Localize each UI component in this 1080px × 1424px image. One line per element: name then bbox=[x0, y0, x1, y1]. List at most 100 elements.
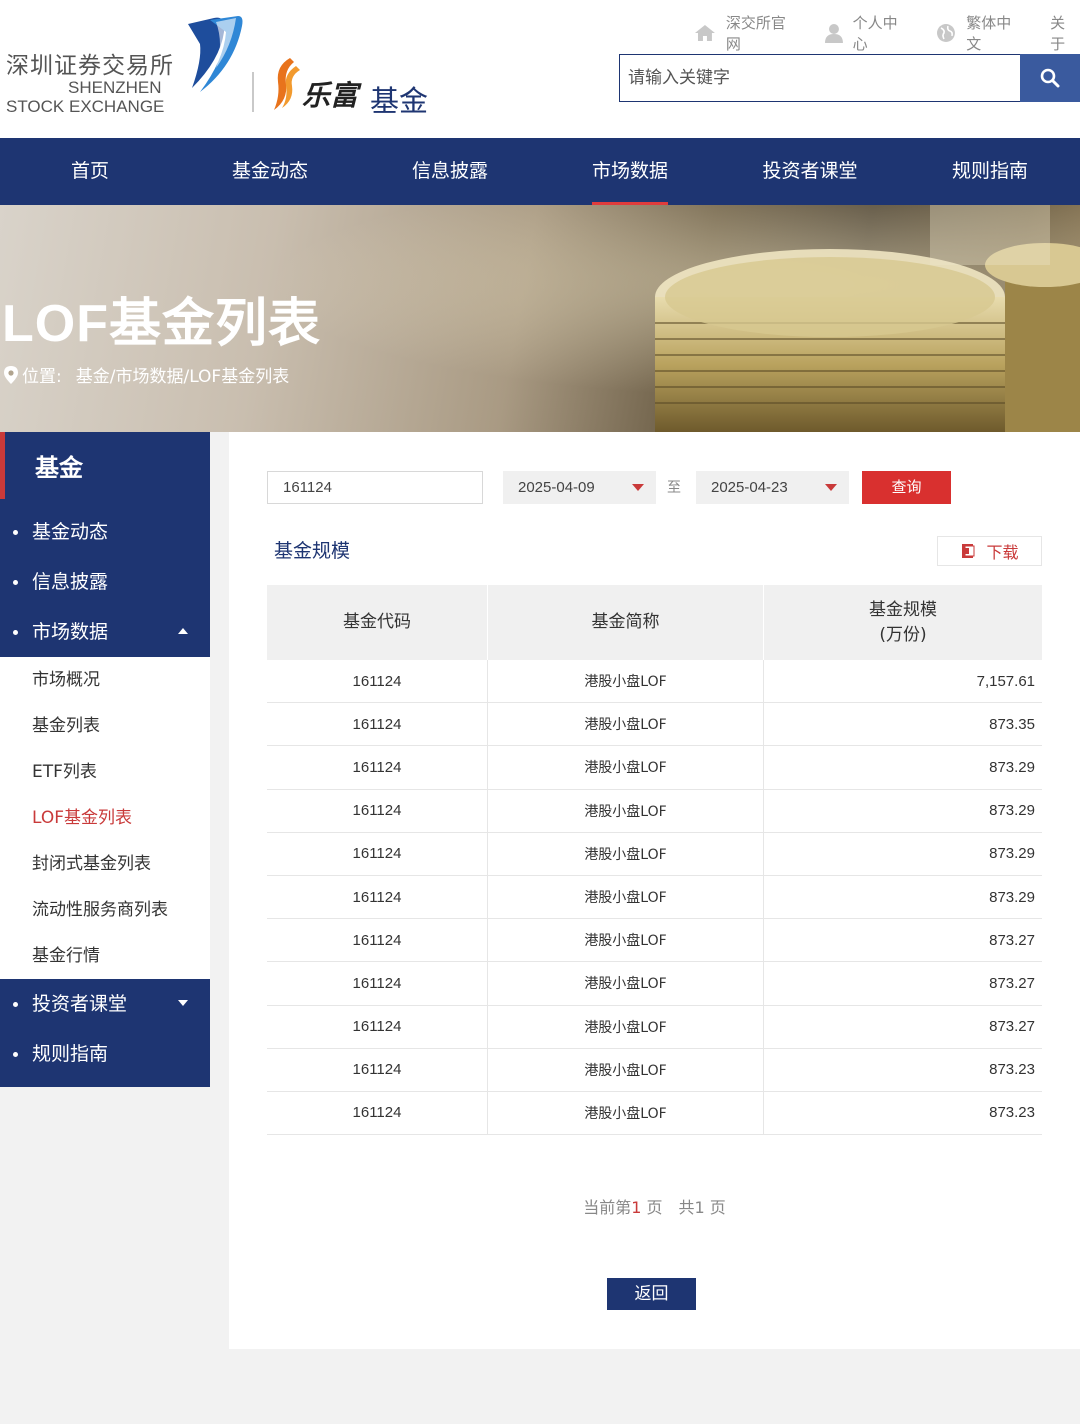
user-icon bbox=[824, 24, 843, 43]
cell-fund-code: 161124 bbox=[267, 1091, 488, 1135]
table-row: 161124 港股小盘LOF 873.23 bbox=[267, 1048, 1042, 1092]
cell-fund-scale: 873.27 bbox=[989, 931, 1035, 949]
site-header: 深圳证券交易所 SHENZHEN STOCK EXCHANGE 乐富 基金 深交… bbox=[0, 0, 1080, 138]
cell-fund-scale: 7,157.61 bbox=[976, 672, 1035, 690]
traditional-chinese-link[interactable]: 繁体中文 bbox=[936, 12, 1026, 54]
search-input[interactable] bbox=[620, 55, 1020, 101]
cell-fund-scale: 873.23 bbox=[989, 1104, 1035, 1122]
pager-total-pages: 1 bbox=[694, 1198, 705, 1217]
breadcrumb-label: 位置: bbox=[22, 367, 62, 387]
cell-fund-name: 港股小盘LOF bbox=[488, 832, 764, 875]
cell-fund-name: 港股小盘LOF bbox=[488, 919, 764, 962]
szse-logo[interactable]: 深圳证券交易所 SHENZHEN STOCK EXCHANGE bbox=[4, 16, 244, 116]
end-date-select[interactable]: 2025-04-23 bbox=[696, 471, 849, 504]
search-button[interactable] bbox=[1020, 54, 1080, 102]
page-title: LOF基金列表 bbox=[2, 295, 321, 353]
query-button[interactable]: 查询 bbox=[862, 471, 951, 504]
szse-official-link[interactable]: 深交所官网 bbox=[694, 12, 801, 54]
sidebar-subitem-fund-list[interactable]: 基金列表 bbox=[0, 703, 210, 749]
end-date-value: 2025-04-23 bbox=[711, 479, 788, 496]
cell-fund-name: 港股小盘LOF bbox=[488, 660, 764, 703]
table-row: 161124 港股小盘LOF 7,157.61 bbox=[267, 660, 1042, 704]
globe-icon bbox=[937, 24, 956, 42]
fund-code-input[interactable]: 161124 bbox=[267, 471, 483, 504]
cell-fund-scale: 873.23 bbox=[989, 1061, 1035, 1079]
cell-fund-scale: 873.27 bbox=[989, 974, 1035, 992]
szse-name-cn: 深圳证券交易所 bbox=[6, 53, 174, 79]
sidebar-item-investor-class[interactable]: 投资者课堂 bbox=[0, 979, 210, 1029]
personal-center-link[interactable]: 个人中心 bbox=[824, 12, 913, 54]
sidebar-submenu: 市场概况 基金列表 ETF列表 LOF基金列表 封闭式基金列表 流动性服务商列表… bbox=[0, 657, 210, 979]
nav-disclosure[interactable]: 信息披露 bbox=[412, 138, 488, 205]
main-content: 161124 2025-04-09 至 2025-04-23 查询 基金规模 下… bbox=[229, 432, 1080, 1349]
sidebar-item-fund-news[interactable]: 基金动态 bbox=[0, 507, 210, 557]
sidebar-bottom-group: 投资者课堂 规则指南 bbox=[0, 979, 210, 1087]
sidebar-item-disclosure[interactable]: 信息披露 bbox=[0, 557, 210, 607]
sidebar-subitem-lof-list[interactable]: LOF基金列表 bbox=[0, 795, 210, 841]
cell-fund-code: 161124 bbox=[267, 962, 488, 1005]
sidebar-subitem-liquidity-provider-list[interactable]: 流动性服务商列表 bbox=[0, 887, 210, 933]
cell-fund-name: 港股小盘LOF bbox=[488, 962, 764, 1005]
home-icon bbox=[694, 25, 715, 41]
column-header-name: 基金简称 bbox=[488, 585, 764, 660]
pager-current-page: 1 bbox=[631, 1198, 642, 1217]
dropdown-caret-icon bbox=[825, 484, 837, 491]
about-link[interactable]: 关于 bbox=[1050, 12, 1080, 54]
pagination: 当前第1 页 共1 页 bbox=[229, 1194, 1080, 1218]
table-row: 161124 港股小盘LOF 873.27 bbox=[267, 919, 1042, 963]
cell-fund-name: 港股小盘LOF bbox=[488, 789, 764, 832]
sidebar-subitem-etf-list[interactable]: ETF列表 bbox=[0, 749, 210, 795]
table-row: 161124 港股小盘LOF 873.27 bbox=[267, 1005, 1042, 1049]
cell-fund-code: 161124 bbox=[267, 1005, 488, 1048]
dropdown-caret-icon bbox=[632, 484, 644, 491]
about-label: 关于 bbox=[1050, 14, 1066, 53]
nav-home[interactable]: 首页 bbox=[71, 138, 109, 205]
cell-fund-name: 港股小盘LOF bbox=[488, 875, 764, 919]
cell-fund-name: 港股小盘LOF bbox=[488, 703, 764, 746]
cell-fund-code: 161124 bbox=[267, 875, 488, 919]
personal-center-label: 个人中心 bbox=[852, 14, 898, 53]
table-body: 161124 港股小盘LOF 7,157.61 161124 港股小盘LOF 873.35… bbox=[267, 660, 1042, 1136]
szse-name-en-line1: SHENZHEN bbox=[68, 78, 162, 97]
sidebar-subitem-market-overview[interactable]: 市场概况 bbox=[0, 657, 210, 703]
cell-fund-code: 161124 bbox=[267, 660, 488, 703]
pager-prefix: 当前第 bbox=[583, 1198, 632, 1217]
fund-scale-table: 基金代码 基金简称 基金规模 (万份) 161124 港股小盘LOF 7,157.6… bbox=[267, 585, 1042, 1136]
sidebar-header: 基金 bbox=[0, 432, 210, 499]
cell-fund-scale: 873.29 bbox=[989, 845, 1035, 863]
location-pin-icon bbox=[4, 365, 18, 384]
lefu-mark-icon bbox=[274, 58, 300, 110]
sidebar-item-rules-guide[interactable]: 规则指南 bbox=[0, 1029, 210, 1079]
cell-fund-scale: 873.35 bbox=[989, 715, 1035, 733]
cell-fund-name: 港股小盘LOF bbox=[488, 746, 764, 789]
back-button[interactable]: 返回 bbox=[607, 1278, 696, 1310]
collapse-arrow-icon bbox=[178, 628, 188, 634]
breadcrumb-path[interactable]: 基金/市场数据/LOF基金列表 bbox=[76, 362, 289, 387]
pager-suffix: 页 bbox=[709, 1198, 726, 1217]
cell-fund-code: 161124 bbox=[267, 703, 488, 746]
sidebar-item-label: 信息披露 bbox=[32, 571, 109, 593]
table-row: 161124 港股小盘LOF 873.29 bbox=[267, 746, 1042, 790]
column-header-code: 基金代码 bbox=[267, 585, 488, 660]
szse-name-en-line2: STOCK EXCHANGE bbox=[6, 97, 165, 116]
traditional-chinese-label: 繁体中文 bbox=[966, 14, 1012, 53]
pager-mid: 页 共 bbox=[646, 1198, 695, 1217]
sidebar-item-market-data[interactable]: 市场数据 bbox=[0, 607, 210, 657]
download-button[interactable]: 下载 bbox=[937, 536, 1042, 566]
cell-fund-code: 161124 bbox=[267, 919, 488, 962]
table-row: 161124 港股小盘LOF 873.23 bbox=[267, 1091, 1042, 1136]
table-header: 基金代码 基金简称 基金规模 (万份) bbox=[267, 585, 1042, 660]
sidebar-subitem-fund-quotes[interactable]: 基金行情 bbox=[0, 933, 210, 979]
nav-investor-class[interactable]: 投资者课堂 bbox=[762, 138, 857, 205]
start-date-select[interactable]: 2025-04-09 bbox=[503, 471, 656, 504]
cell-fund-scale: 873.29 bbox=[989, 758, 1035, 776]
sidebar-subitem-closed-fund-list[interactable]: 封闭式基金列表 bbox=[0, 841, 210, 887]
cell-fund-scale: 873.29 bbox=[989, 802, 1035, 820]
nav-fund-news[interactable]: 基金动态 bbox=[232, 138, 308, 205]
nav-rules-guide[interactable]: 规则指南 bbox=[952, 138, 1028, 205]
main-nav: 首页 基金动态 信息披露 市场数据 投资者课堂 规则指南 bbox=[0, 138, 1080, 205]
breadcrumb: 位置: 基金/市场数据/LOF基金列表 bbox=[4, 362, 289, 387]
nav-market-data[interactable]: 市场数据 bbox=[591, 138, 669, 205]
table-row: 161124 港股小盘LOF 873.29 bbox=[267, 875, 1042, 920]
cell-fund-scale: 873.29 bbox=[989, 888, 1035, 906]
